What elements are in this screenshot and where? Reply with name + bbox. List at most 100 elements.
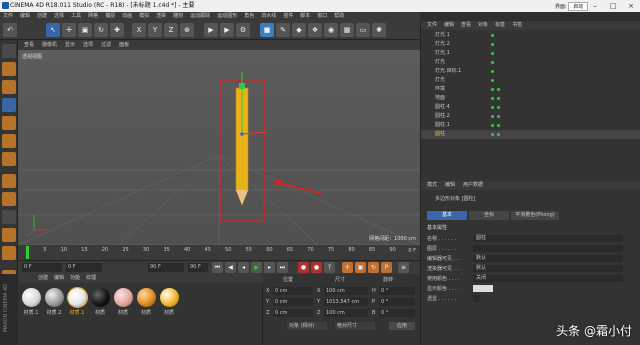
- object-menu-edit[interactable]: 编辑: [444, 21, 454, 30]
- menu-tools[interactable]: 工具: [71, 12, 81, 21]
- object-row[interactable]: 灯光: [421, 58, 640, 67]
- cube-icon[interactable]: ■: [260, 23, 274, 37]
- menu-mograph[interactable]: 运动图形: [217, 12, 237, 21]
- play-icon[interactable]: ▶: [251, 262, 262, 273]
- size-y-field[interactable]: 1013.547 cm: [324, 298, 368, 306]
- render-dot[interactable]: [497, 133, 500, 136]
- object-row[interactable]: 灯光.1: [421, 31, 640, 40]
- object-menu-objects[interactable]: 对象: [478, 21, 488, 30]
- attr-menu-userdata[interactable]: 用户数据: [463, 181, 483, 190]
- menu-help[interactable]: 帮助: [334, 12, 344, 21]
- material-swatch[interactable]: [91, 288, 110, 307]
- material-menu-texture[interactable]: 纹理: [86, 274, 96, 283]
- menu-window[interactable]: 窗口: [317, 12, 327, 21]
- size-mode-select[interactable]: 绝对尺寸: [335, 322, 375, 330]
- next-frame-icon[interactable]: ▸: [264, 262, 275, 273]
- menu-snap[interactable]: 捕捉: [105, 12, 115, 21]
- visibility-dot[interactable]: [491, 61, 494, 64]
- menu-file[interactable]: 文件: [3, 12, 13, 21]
- close-button[interactable]: ×: [622, 0, 640, 12]
- material-swatch[interactable]: [114, 288, 133, 307]
- viewport-menu-view[interactable]: 查看: [24, 40, 34, 50]
- object-row[interactable]: 环境: [421, 85, 640, 94]
- visibility-dot[interactable]: [491, 133, 494, 136]
- render-view-icon[interactable]: ▶: [204, 23, 218, 37]
- xray-checkbox[interactable]: [473, 295, 480, 302]
- object-menu-bookmarks[interactable]: 书签: [512, 21, 522, 30]
- visibility-dot[interactable]: [491, 115, 494, 118]
- viewport-menu-camera[interactable]: 摄像机: [42, 40, 57, 50]
- material-swatch[interactable]: [160, 288, 179, 307]
- position-key-icon[interactable]: ✛: [342, 262, 353, 273]
- menu-tracker[interactable]: 运动跟踪: [190, 12, 210, 21]
- x-axis-lock-icon[interactable]: X: [132, 23, 146, 37]
- visibility-dot[interactable]: [491, 34, 494, 37]
- param-key-icon[interactable]: P: [381, 262, 392, 273]
- playhead-marker[interactable]: [26, 246, 29, 259]
- size-z-field[interactable]: 100 cm: [324, 309, 368, 317]
- texture-mode-icon[interactable]: [2, 62, 16, 76]
- menu-simulate[interactable]: 模拟: [139, 12, 149, 21]
- material-menu-function[interactable]: 功能: [70, 274, 80, 283]
- scale-key-icon[interactable]: ▣: [355, 262, 366, 273]
- attr-menu-mode[interactable]: 模式: [427, 181, 437, 190]
- object-menu-file[interactable]: 文件: [427, 21, 437, 30]
- end-frame-field[interactable]: 90 F: [148, 263, 184, 272]
- menu-select[interactable]: 选择: [54, 12, 64, 21]
- menu-create[interactable]: 创建: [37, 12, 47, 21]
- maximize-button[interactable]: □: [604, 0, 622, 12]
- material-swatch[interactable]: [45, 288, 64, 307]
- select-tool-icon[interactable]: ↖: [46, 23, 60, 37]
- prev-key-icon[interactable]: ◀: [225, 262, 236, 273]
- axis-mode-icon[interactable]: [2, 174, 16, 188]
- keyframe-selection-icon[interactable]: ?: [324, 262, 335, 273]
- polygons-mode-icon[interactable]: [2, 152, 16, 166]
- visibility-dot[interactable]: [491, 124, 494, 127]
- object-row[interactable]: 灯光.2: [421, 40, 640, 49]
- viewport-menu-display[interactable]: 显示: [65, 40, 75, 50]
- menu-plugins[interactable]: 插件: [283, 12, 293, 21]
- scene-icon[interactable]: ▦: [340, 23, 354, 37]
- tab-phong[interactable]: 平滑着色(Phong): [511, 211, 559, 220]
- model-mode-icon[interactable]: [2, 98, 16, 112]
- light-icon[interactable]: ✺: [372, 23, 386, 37]
- visibility-dot[interactable]: [491, 106, 494, 109]
- material-swatch-selected[interactable]: [67, 287, 88, 308]
- object-row-selected[interactable]: 圆柱: [421, 130, 640, 139]
- workplane-icon[interactable]: [2, 80, 16, 94]
- tab-coordinates[interactable]: 坐标: [469, 211, 509, 220]
- current-frame-field[interactable]: 0 F: [66, 263, 102, 272]
- object-row[interactable]: 圆柱.2: [421, 112, 640, 121]
- object-row[interactable]: 圆柱.1: [421, 121, 640, 130]
- layout-value-select[interactable]: 启动: [568, 2, 589, 11]
- menu-animate[interactable]: 动画: [122, 12, 132, 21]
- material-swatch[interactable]: [137, 288, 156, 307]
- object-row[interactable]: 地面: [421, 94, 640, 103]
- object-row[interactable]: 灯光: [421, 76, 640, 85]
- go-to-end-icon[interactable]: ⏭: [277, 262, 288, 273]
- menu-pipeline[interactable]: 流水线: [261, 12, 276, 21]
- render-visible-select[interactable]: 默认: [473, 265, 623, 272]
- use-color-select[interactable]: 关闭: [473, 275, 623, 282]
- coordinate-system-icon[interactable]: ⊕: [180, 23, 194, 37]
- y-axis-lock-icon[interactable]: Y: [148, 23, 162, 37]
- rotation-p-field[interactable]: 0 °: [379, 298, 415, 306]
- move-tool-icon[interactable]: ✛: [62, 23, 76, 37]
- rotation-key-icon[interactable]: ↻: [368, 262, 379, 273]
- subdivision-icon[interactable]: ◆: [292, 23, 306, 37]
- render-dot[interactable]: [497, 97, 500, 100]
- deformer-icon[interactable]: ◉: [324, 23, 338, 37]
- material-menu-create[interactable]: 创建: [38, 274, 48, 283]
- rotation-h-field[interactable]: 0 °: [379, 287, 415, 295]
- apply-button[interactable]: 应用: [389, 322, 415, 330]
- size-x-field[interactable]: 100 cm: [324, 287, 368, 295]
- material-swatch[interactable]: [22, 288, 41, 307]
- render-dot[interactable]: [497, 106, 500, 109]
- visibility-dot[interactable]: [491, 43, 494, 46]
- undo-icon[interactable]: ↶: [3, 23, 17, 37]
- solo-icon[interactable]: [2, 228, 16, 242]
- points-mode-icon[interactable]: [2, 116, 16, 130]
- minimize-button[interactable]: –: [586, 0, 604, 12]
- autokey-icon[interactable]: ●: [311, 262, 322, 273]
- menu-script[interactable]: 脚本: [300, 12, 310, 21]
